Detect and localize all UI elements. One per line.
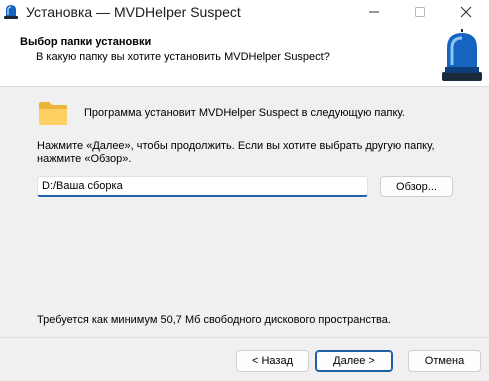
install-path-input[interactable] (37, 176, 368, 197)
page-title: Выбор папки установки (20, 36, 152, 48)
page-subtitle: В какую папку вы хотите установить MVDHe… (36, 51, 330, 63)
browse-button[interactable]: Обзор... (380, 176, 453, 197)
close-button[interactable] (443, 0, 489, 24)
intro-text: Программа установит MVDHelper Suspect в … (84, 107, 405, 119)
window-title: Установка — MVDHelper Suspect (26, 4, 241, 20)
wizard-header: Выбор папки установки В какую папку вы х… (0, 24, 489, 86)
maximize-icon (415, 7, 425, 17)
siren-icon (4, 5, 18, 19)
cancel-button[interactable]: Отмена (408, 350, 481, 372)
instruction-text: Нажмите «Далее», чтобы продолжить. Если … (37, 140, 435, 165)
folder-icon (39, 102, 67, 125)
wizard-footer: < Назад Далее > Отмена (0, 337, 489, 381)
next-button[interactable]: Далее > (315, 350, 393, 372)
footer-divider (0, 337, 489, 338)
maximize-button[interactable] (397, 0, 443, 24)
minimize-button[interactable] (351, 0, 397, 24)
siren-icon (442, 29, 482, 81)
wizard-content: Программа установит MVDHelper Suspect в … (0, 87, 489, 337)
minimize-icon (369, 11, 379, 13)
disk-space-requirement: Требуется как минимум 50,7 Мб свободного… (37, 314, 391, 326)
title-bar: Установка — MVDHelper Suspect (0, 0, 489, 24)
back-button[interactable]: < Назад (236, 350, 309, 372)
close-icon (460, 6, 472, 18)
